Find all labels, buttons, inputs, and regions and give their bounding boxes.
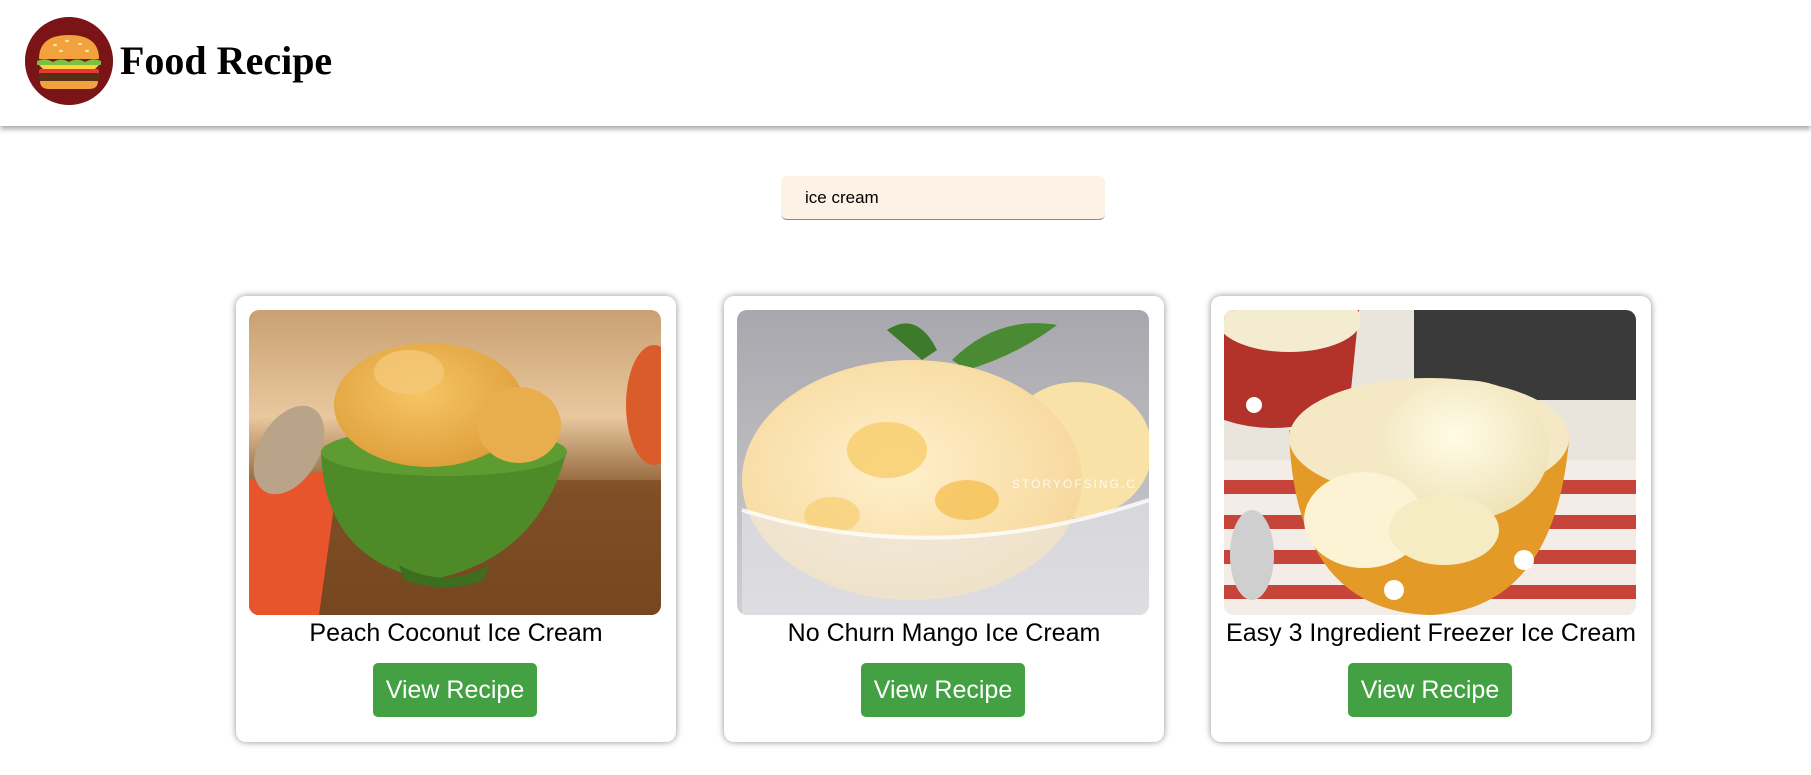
recipe-title: No Churn Mango Ice Cream (787, 619, 1101, 647)
image-watermark: STORYOFSING.C (1012, 477, 1137, 491)
view-recipe-button[interactable]: View Recipe (861, 663, 1025, 717)
recipe-card: Peach Coconut Ice Cream View Recipe (236, 296, 676, 742)
recipe-card: Easy 3 Ingredient Freezer Ice Cream View… (1211, 296, 1651, 742)
view-recipe-button[interactable]: View Recipe (373, 663, 537, 717)
recipe-title: Easy 3 Ingredient Freezer Ice Cream (1226, 619, 1636, 647)
freezer-ice-cream-image (1224, 310, 1636, 615)
mango-ice-cream-image: STORYOFSING.C (737, 310, 1149, 615)
recipe-card: STORYOFSING.C No Churn Mango Ice Cream V… (724, 296, 1164, 742)
view-recipe-button[interactable]: View Recipe (1348, 663, 1512, 717)
recipe-title: Peach Coconut Ice Cream (309, 619, 603, 647)
app-header: Food Recipe (0, 0, 1811, 126)
site-title: Food Recipe (120, 38, 333, 83)
peach-ice-cream-image (249, 310, 661, 615)
search-input[interactable] (781, 176, 1105, 220)
hamburger-icon[interactable] (25, 17, 113, 105)
